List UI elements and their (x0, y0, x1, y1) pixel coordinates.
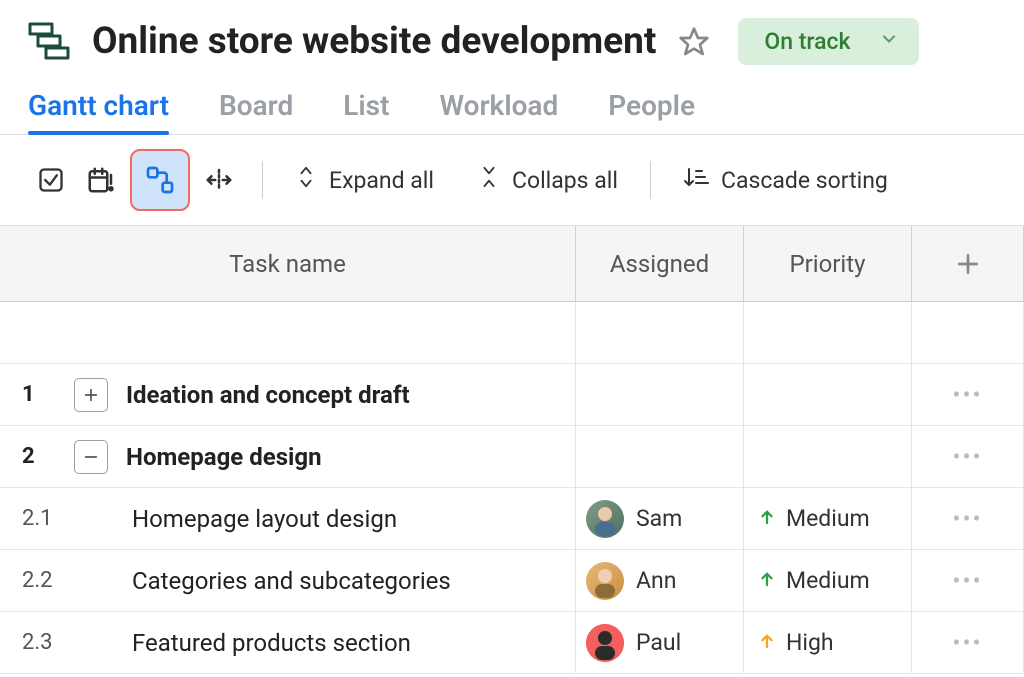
tab-people[interactable]: People (608, 89, 695, 134)
status-label: On track (764, 28, 850, 55)
task-title: Ideation and concept draft (126, 381, 410, 409)
expand-collapse-icon (295, 164, 317, 196)
expand-row-button[interactable] (74, 378, 108, 412)
priority-arrow-icon (758, 631, 776, 655)
table-row[interactable]: 2.2 Categories and subcategories Ann Med… (0, 550, 1024, 612)
priority-arrow-icon (758, 507, 776, 531)
table-row[interactable]: 2.3 Featured products section Paul High … (0, 612, 1024, 674)
table-header-row: Task name Assigned Priority (0, 226, 1024, 302)
collapse-all-label: Collaps all (512, 167, 618, 194)
assignee-name: Sam (636, 505, 682, 532)
task-title: Homepage design (126, 443, 322, 471)
checkbox-tool-icon[interactable] (30, 159, 72, 201)
project-header: Online store website development On trac… (0, 0, 1024, 75)
collapse-row-button[interactable] (74, 440, 108, 474)
project-title: Online store website development (92, 20, 656, 63)
col-header-priority[interactable]: Priority (744, 226, 912, 301)
priority-label: High (786, 629, 834, 656)
favorite-button[interactable] (676, 24, 712, 60)
row-number: 1 (22, 382, 56, 407)
task-title: Featured products section (132, 629, 411, 657)
column-width-icon[interactable] (198, 159, 240, 201)
row-actions-button[interactable]: ••• (952, 381, 982, 409)
task-table: Task name Assigned Priority 1 Ideation a… (0, 226, 1024, 674)
task-title: Categories and subcategories (132, 567, 451, 595)
collapse-icon (478, 164, 500, 196)
cascade-sorting-label: Cascade sorting (721, 167, 888, 194)
empty-row (0, 302, 1024, 364)
row-number: 2.2 (22, 568, 56, 593)
calendar-alert-icon[interactable] (80, 159, 122, 201)
project-icon (28, 22, 72, 62)
row-actions-button[interactable]: ••• (952, 567, 982, 595)
tab-workload[interactable]: Workload (439, 89, 558, 134)
view-tabs: Gantt chart Board List Workload People (0, 75, 1024, 135)
priority-arrow-icon (758, 569, 776, 593)
row-actions-button[interactable]: ••• (952, 505, 982, 533)
row-number: 2.3 (22, 630, 56, 655)
col-header-task-name[interactable]: Task name (0, 226, 576, 301)
table-row[interactable]: 1 Ideation and concept draft ••• (0, 364, 1024, 426)
toolbar-separator (650, 161, 651, 199)
priority-label: Medium (786, 567, 870, 594)
collapse-all-button[interactable]: Collaps all (468, 158, 628, 202)
priority-label: Medium (786, 505, 870, 532)
cascade-sorting-button[interactable]: Cascade sorting (673, 159, 898, 201)
expand-all-button[interactable]: Expand all (285, 158, 444, 202)
tab-gantt-chart[interactable]: Gantt chart (28, 89, 169, 134)
row-number: 2 (22, 444, 56, 469)
row-actions-button[interactable]: ••• (952, 443, 982, 471)
add-column-button[interactable] (912, 226, 1024, 301)
expand-all-label: Expand all (329, 167, 434, 194)
table-row[interactable]: 2.1 Homepage layout design Sam Medium ••… (0, 488, 1024, 550)
avatar (586, 500, 624, 538)
task-title: Homepage layout design (132, 505, 397, 533)
status-dropdown[interactable]: On track (738, 18, 918, 65)
chevron-down-icon (879, 28, 899, 55)
sort-icon (683, 165, 709, 195)
toolbar-separator (262, 161, 263, 199)
table-row[interactable]: 2 Homepage design ••• (0, 426, 1024, 488)
col-header-assigned[interactable]: Assigned (576, 226, 744, 301)
wbs-structure-icon[interactable] (130, 149, 190, 211)
tab-list[interactable]: List (343, 89, 389, 134)
assignee-name: Paul (636, 629, 681, 656)
avatar (586, 624, 624, 662)
tab-board[interactable]: Board (219, 89, 293, 134)
row-number: 2.1 (22, 506, 56, 531)
assignee-name: Ann (636, 567, 676, 594)
row-actions-button[interactable]: ••• (952, 629, 982, 657)
gantt-toolbar: Expand all Collaps all Cascade sorting (0, 135, 1024, 226)
avatar (586, 562, 624, 600)
